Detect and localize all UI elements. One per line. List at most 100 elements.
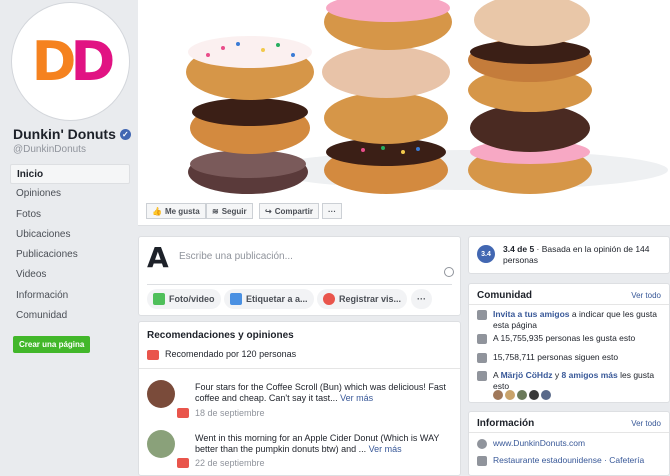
info-divider [469, 432, 669, 433]
composer-more-button[interactable]: ··· [411, 289, 432, 309]
photo-video-label: Foto/video [169, 294, 215, 304]
thumbs-up-icon: 👍 [152, 206, 162, 216]
like-page-label: Me gusta [164, 206, 200, 216]
friend-avatar[interactable] [493, 390, 503, 400]
friends-mid: y [552, 370, 562, 380]
nav-item-inicio[interactable]: Inicio [10, 164, 130, 185]
tag-friends-button[interactable]: Etiquetar a a... [224, 289, 314, 309]
composer-input[interactable]: Escribe una publicación... [179, 251, 293, 262]
see-more-link[interactable]: Ver más [340, 393, 373, 403]
category-link[interactable]: Restaurante estadounidense · Cafetería [493, 455, 644, 466]
likes-count-text: A 15,755,935 personas les gusta esto [493, 333, 636, 343]
recommended-text: Recomendado por 120 personas [165, 349, 297, 359]
invite-row: Invita a tus amigos a indicar que les gu… [477, 309, 661, 331]
follow-button[interactable]: ≋ Seguir [206, 203, 253, 219]
review-text: Went in this morning for an Apple Cider … [195, 433, 453, 455]
nav-item-opiniones[interactable]: Opiniones [10, 184, 130, 204]
emoji-icon[interactable] [444, 267, 454, 277]
friend-avatar[interactable] [529, 390, 539, 400]
reviewer-avatar[interactable] [147, 380, 175, 408]
rating-card: 3.4 3.4 de 5 · Basada en la opinión de 1… [468, 236, 670, 274]
dunkin-logo: DD [31, 30, 116, 93]
follows-count-text: 15,758,711 personas siguen esto [493, 352, 619, 362]
community-see-all-link[interactable]: Ver todo [631, 291, 661, 300]
cover-photo[interactable] [138, 0, 670, 196]
create-page-button[interactable]: Crear una página [13, 336, 91, 353]
nav-item-videos[interactable]: Videos [10, 265, 130, 285]
page-avatar-icon: A [147, 241, 169, 274]
more-actions-button[interactable]: ··· [322, 203, 342, 219]
check-in-label: Registrar vis... [339, 294, 402, 304]
recommended-row: Recomendado por 120 personas [147, 349, 296, 360]
follow-label: Seguir [221, 206, 247, 216]
nav-item-ubicaciones[interactable]: Ubicaciones [10, 225, 130, 245]
invite-friends-link[interactable]: Invita a tus amigos [493, 309, 570, 319]
share-button[interactable]: ↪ Compartir [259, 203, 319, 219]
rating-score-text: 3.4 de 5 [503, 244, 535, 254]
review-text: Four stars for the Coffee Scroll (Bun) w… [195, 382, 453, 404]
nav-item-publicaciones[interactable]: Publicaciones [10, 245, 130, 265]
thumbs-up-icon [477, 334, 487, 344]
community-title[interactable]: Comunidad [477, 290, 532, 301]
nav-item-fotos[interactable]: Fotos [10, 205, 130, 225]
page-profile-picture[interactable]: DD [12, 3, 129, 120]
page-nav: Inicio Opiniones Fotos Ubicaciones Publi… [10, 164, 130, 326]
recommend-icon [147, 349, 159, 360]
left-column: DD Dunkin' Donuts ✓ @DunkinDonuts Inicio… [0, 0, 137, 470]
friends-icon [477, 371, 487, 381]
photo-icon [153, 293, 165, 305]
nav-item-informacion[interactable]: Información [10, 286, 130, 306]
like-page-button[interactable]: 👍 Me gusta [146, 203, 206, 219]
follows-row: 15,758,711 personas siguen esto [477, 352, 661, 363]
reviews-title[interactable]: Recomendaciones y opiniones [147, 330, 294, 341]
more-friends-link[interactable]: 8 amigos más [562, 370, 618, 380]
check-in-button[interactable]: Registrar vis... [317, 289, 408, 309]
review-recommend-icon [177, 458, 189, 468]
rss-icon: ≋ [212, 206, 219, 216]
share-arrow-icon: ↪ [265, 206, 272, 216]
page-action-bar: 👍 Me gusta ≋ Seguir ↪ Compartir ··· [138, 196, 670, 226]
friends-prefix: A [493, 370, 501, 380]
tag-friends-label: Etiquetar a a... [246, 294, 308, 304]
invite-friends-icon [477, 310, 487, 320]
globe-icon [477, 439, 487, 449]
nav-item-comunidad[interactable]: Comunidad [10, 306, 130, 326]
verified-badge-icon: ✓ [119, 128, 131, 140]
info-card: Información Ver todo www.DunkinDonuts.co… [468, 411, 670, 476]
community-divider [469, 304, 669, 305]
community-card: Comunidad Ver todo Invita a tus amigos a… [468, 283, 670, 403]
friend-avatar[interactable] [517, 390, 527, 400]
friend-avatars [493, 390, 551, 400]
review-body: Four stars for the Coffee Scroll (Bun) w… [195, 382, 446, 403]
reviewer-avatar[interactable] [147, 430, 175, 458]
page-name-text[interactable]: Dunkin' Donuts [13, 126, 116, 142]
share-label: Compartir [274, 206, 313, 216]
review-recommend-icon [177, 408, 189, 418]
website-link[interactable]: www.DunkinDonuts.com [493, 438, 585, 449]
page-handle: @DunkinDonuts [13, 144, 86, 155]
composer-divider [147, 284, 452, 285]
category-row: Restaurante estadounidense · Cafetería [477, 455, 661, 466]
reviews-card: Recomendaciones y opiniones Recomendado … [138, 321, 461, 476]
review-body: Went in this morning for an Apple Cider … [195, 433, 440, 454]
info-title[interactable]: Información [477, 418, 534, 429]
review-date[interactable]: 18 de septiembre [195, 408, 265, 418]
location-pin-icon [323, 293, 335, 305]
reviews-divider [139, 368, 460, 369]
website-row: www.DunkinDonuts.com [477, 438, 661, 449]
follow-icon [477, 353, 487, 363]
see-more-link[interactable]: Ver más [369, 444, 402, 454]
friend-name-link[interactable]: Märjö CöHdz [501, 370, 553, 380]
review-date[interactable]: 22 de septiembre [195, 458, 265, 468]
info-see-all-link[interactable]: Ver todo [631, 419, 661, 428]
photo-video-button[interactable]: Foto/video [147, 289, 221, 309]
composer-card: A Escribe una publicación... Foto/video … [138, 236, 461, 316]
rating-badge: 3.4 [477, 245, 495, 263]
friend-avatar[interactable] [505, 390, 515, 400]
page-name[interactable]: Dunkin' Donuts ✓ [13, 126, 131, 142]
friend-avatar[interactable] [541, 390, 551, 400]
rating-summary[interactable]: 3.4 de 5 · Basada en la opinión de 144 p… [503, 244, 663, 266]
donut-stacks-image [138, 0, 670, 196]
category-icon [477, 456, 487, 466]
tag-people-icon [230, 293, 242, 305]
